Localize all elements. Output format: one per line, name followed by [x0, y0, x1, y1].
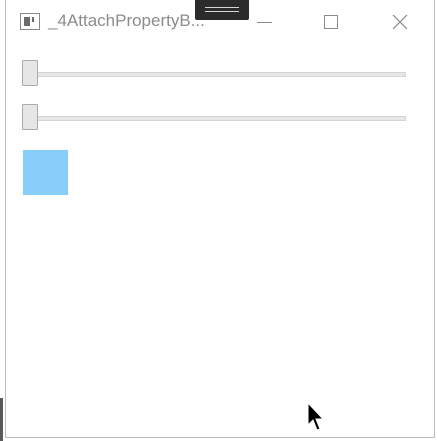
- close-icon: [392, 14, 408, 30]
- window-title: _4AttachPropertyB...: [48, 11, 205, 30]
- slider-1-thumb[interactable]: [22, 60, 38, 86]
- maximize-icon: [324, 15, 338, 29]
- slider-2-thumb[interactable]: [22, 104, 38, 130]
- window-drag-grip-icon[interactable]: [195, 0, 249, 20]
- title-bar[interactable]: _4AttachPropertyB...: [6, 0, 434, 44]
- close-button[interactable]: [386, 8, 414, 36]
- screen: _4AttachPropertyB...: [0, 0, 437, 441]
- color-swatch-rectangle: [23, 150, 68, 195]
- background-window-edge: [0, 398, 3, 441]
- slider-1[interactable]: [22, 60, 406, 88]
- minimize-button[interactable]: [250, 8, 278, 36]
- maximize-button[interactable]: [317, 8, 345, 36]
- slider-2[interactable]: [22, 104, 406, 132]
- minimize-icon: [257, 22, 272, 23]
- mouse-cursor-icon: [307, 402, 325, 431]
- slider-1-track[interactable]: [22, 72, 406, 77]
- slider-2-track[interactable]: [22, 116, 406, 121]
- app-window-icon: [20, 13, 40, 30]
- app-window: _4AttachPropertyB...: [5, 0, 435, 438]
